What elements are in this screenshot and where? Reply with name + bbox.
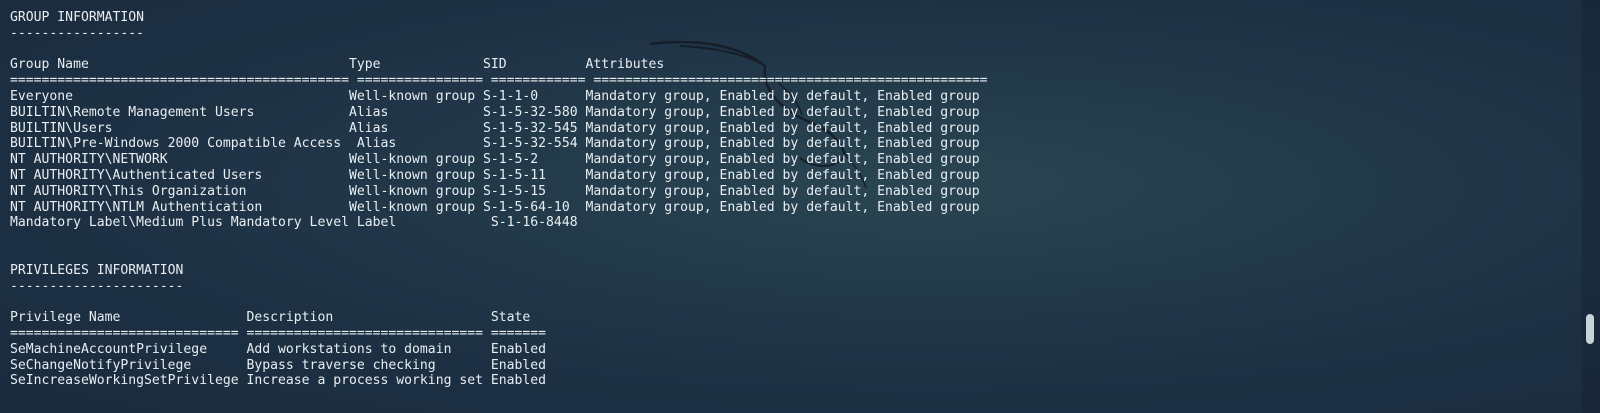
terminal-line: Mandatory Label\Medium Plus Mandatory Le…	[10, 215, 578, 231]
terminal-line: PRIVILEGES INFORMATION	[10, 262, 184, 278]
terminal-line: SeChangeNotifyPrivilege Bypass traverse …	[10, 357, 547, 373]
terminal-line: NT AUTHORITY\This Organization Well-know…	[10, 183, 980, 199]
terminal-line: -----------------	[10, 25, 145, 41]
terminal-text: GROUP INFORMATION ----------------- Group …	[10, 10, 988, 389]
terminal-line: Group Name Type SID Attributes	[10, 57, 665, 73]
terminal-line: BUILTIN\Users Alias S-1-5-32-545 Mandato…	[10, 120, 980, 136]
terminal-line: NT AUTHORITY\Authenticated Users Well-kn…	[10, 167, 980, 183]
scrollbar-thumb[interactable]	[1586, 314, 1594, 344]
terminal-line: BUILTIN\Remote Management Users Alias S-…	[10, 104, 980, 120]
terminal-line: SeMachineAccountPrivilege Add workstatio…	[10, 341, 547, 357]
terminal-line: NT AUTHORITY\NETWORK Well-known group S-…	[10, 152, 980, 168]
terminal-output[interactable]: GROUP INFORMATION ----------------- Group …	[0, 0, 1582, 413]
terminal-line: BUILTIN\Pre-Windows 2000 Compatible Acce…	[10, 136, 980, 152]
terminal-line: GROUP INFORMATION	[10, 10, 145, 25]
terminal-line: ========================================…	[10, 73, 988, 89]
terminal-line: ----------------------	[10, 278, 184, 294]
terminal-line: Everyone Well-known group S-1-1-0 Mandat…	[10, 88, 980, 104]
terminal-line: Privilege Name Description State	[10, 310, 531, 326]
terminal-line: NT AUTHORITY\NTLM Authentication Well-kn…	[10, 199, 980, 215]
vertical-scrollbar[interactable]	[1582, 0, 1600, 413]
terminal-line: SeIncreaseWorkingSetPrivilege Increase a…	[10, 373, 547, 389]
terminal-line: ============================= ==========…	[10, 325, 547, 341]
